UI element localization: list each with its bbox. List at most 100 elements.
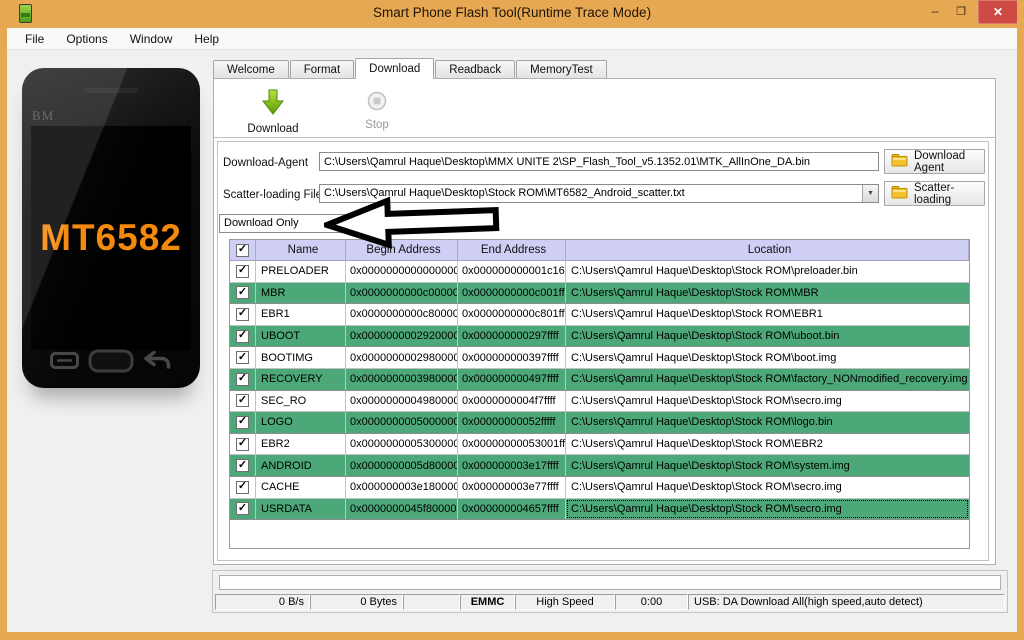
- status-blank: [403, 594, 460, 610]
- cell-partition-name: MBR: [256, 283, 346, 304]
- cell-location[interactable]: C:\Users\Qamrul Haque\Desktop\Stock ROM\…: [566, 391, 969, 412]
- tab-welcome[interactable]: Welcome: [213, 60, 289, 78]
- table-row[interactable]: ✓EBR10x0000000000c800000x0000000000c801f…: [230, 304, 969, 326]
- scatter-file-label: Scatter-loading File: [223, 189, 322, 201]
- row-checkbox[interactable]: ✓: [230, 499, 256, 520]
- download-agent-button[interactable]: Download Agent: [884, 149, 985, 174]
- tab-memorytest[interactable]: MemoryTest: [516, 60, 607, 78]
- row-checkbox[interactable]: ✓: [230, 434, 256, 455]
- cell-partition-name: RECOVERY: [256, 369, 346, 390]
- cell-location[interactable]: C:\Users\Qamrul Haque\Desktop\Stock ROM\…: [566, 434, 969, 455]
- table-row[interactable]: ✓USRDATA0x0000000045f800000x000000004657…: [230, 499, 969, 521]
- table-row[interactable]: ✓RECOVERY0x00000000039800000x00000000049…: [230, 369, 969, 391]
- tab-download[interactable]: Download: [355, 58, 434, 79]
- cell-location[interactable]: C:\Users\Qamrul Haque\Desktop\Stock ROM\…: [566, 455, 969, 476]
- maximize-button[interactable]: ❐: [948, 0, 974, 22]
- menu-help[interactable]: Help: [183, 30, 230, 48]
- back-icon: [142, 351, 172, 376]
- cell-location[interactable]: C:\Users\Qamrul Haque\Desktop\Stock ROM\…: [566, 326, 969, 347]
- cell-location[interactable]: C:\Users\Qamrul Haque\Desktop\Stock ROM\…: [566, 304, 969, 325]
- scatter-loading-button-label: Scatter-loading: [914, 182, 978, 206]
- row-checkbox[interactable]: ✓: [230, 477, 256, 498]
- device-preview-panel: BM MT6582: [7, 50, 212, 631]
- table-row[interactable]: ✓SEC_RO0x00000000049800000x0000000004f7f…: [230, 391, 969, 413]
- cell-partition-name: CACHE: [256, 477, 346, 498]
- phone-brand-label: BM: [32, 108, 54, 124]
- tab-format[interactable]: Format: [290, 60, 354, 78]
- cell-location[interactable]: C:\Users\Qamrul Haque\Desktop\Stock ROM\…: [566, 261, 969, 282]
- main-panel: Welcome Format Download Readback MemoryT…: [212, 50, 1017, 631]
- table-row[interactable]: ✓LOGO0x00000000050000000x00000000052ffff…: [230, 412, 969, 434]
- menu-icon: [50, 352, 79, 374]
- cell-end-address: 0x0000000004f7ffff: [458, 391, 566, 412]
- annotation-left-arrow-icon: [323, 193, 501, 251]
- cell-begin-address: 0x0000000004980000: [346, 391, 458, 412]
- cell-location[interactable]: C:\Users\Qamrul Haque\Desktop\Stock ROM\…: [566, 477, 969, 498]
- row-checkbox[interactable]: ✓: [230, 283, 256, 304]
- row-checkbox[interactable]: ✓: [230, 455, 256, 476]
- table-row[interactable]: ✓ANDROID0x0000000005d800000x000000003e17…: [230, 455, 969, 477]
- folder-icon: [891, 185, 908, 202]
- cell-location[interactable]: C:\Users\Qamrul Haque\Desktop\Stock ROM\…: [566, 412, 969, 433]
- cell-begin-address: 0x0000000000c00000: [346, 283, 458, 304]
- cell-end-address: 0x00000000052fffff: [458, 412, 566, 433]
- cell-end-address: 0x0000000000c801ff: [458, 304, 566, 325]
- scatter-loading-button[interactable]: Scatter-loading: [884, 181, 985, 206]
- select-all-checkbox[interactable]: ✓: [230, 240, 256, 260]
- status-group: 0 B/s 0 Bytes EMMC High Speed 0:00 USB: …: [212, 570, 1008, 613]
- chevron-down-icon[interactable]: ▼: [862, 185, 878, 202]
- cell-location[interactable]: C:\Users\Qamrul Haque\Desktop\Stock ROM\…: [566, 499, 969, 520]
- content: BM MT6582: [7, 50, 1017, 631]
- menu-window[interactable]: Window: [119, 30, 184, 48]
- phone-speaker: [84, 88, 138, 93]
- stop-button-label: Stop: [365, 119, 389, 131]
- row-checkbox[interactable]: ✓: [230, 412, 256, 433]
- phone-image: BM MT6582: [22, 68, 200, 388]
- window-controls: – ❐ ✕: [922, 0, 1024, 24]
- cell-location[interactable]: C:\Users\Qamrul Haque\Desktop\Stock ROM\…: [566, 283, 969, 304]
- menu-file[interactable]: File: [14, 30, 55, 48]
- menu-options[interactable]: Options: [55, 30, 118, 48]
- cell-partition-name: LOGO: [256, 412, 346, 433]
- cell-begin-address: 0x0000000002980000: [346, 347, 458, 368]
- cell-partition-name: BOOTIMG: [256, 347, 346, 368]
- stop-button[interactable]: Stop: [334, 91, 420, 131]
- titlebar: Smart Phone Flash Tool(Runtime Trace Mod…: [0, 0, 1024, 28]
- progress-bar: [219, 575, 1001, 590]
- row-checkbox[interactable]: ✓: [230, 391, 256, 412]
- row-checkbox[interactable]: ✓: [230, 261, 256, 282]
- minimize-button[interactable]: –: [922, 0, 948, 22]
- cell-begin-address: 0x0000000003980000: [346, 369, 458, 390]
- header-location[interactable]: Location: [566, 240, 969, 260]
- download-agent-input[interactable]: [319, 152, 879, 171]
- cell-begin-address: 0x0000000000c80000: [346, 304, 458, 325]
- cell-partition-name: ANDROID: [256, 455, 346, 476]
- tab-readback[interactable]: Readback: [435, 60, 515, 78]
- status-usb-info: USB: DA Download All(high speed,auto det…: [688, 594, 1005, 610]
- row-checkbox[interactable]: ✓: [230, 347, 256, 368]
- home-icon: [88, 349, 134, 378]
- cell-location[interactable]: C:\Users\Qamrul Haque\Desktop\Stock ROM\…: [566, 347, 969, 368]
- download-tab-page: Download Stop: [213, 78, 996, 565]
- download-agent-button-label: Download Agent: [914, 150, 978, 174]
- status-elapsed-time: 0:00: [615, 594, 688, 610]
- app-window: Smart Phone Flash Tool(Runtime Trace Mod…: [0, 0, 1024, 640]
- row-checkbox[interactable]: ✓: [230, 304, 256, 325]
- download-button[interactable]: Download: [230, 89, 316, 135]
- cell-partition-name: USRDATA: [256, 499, 346, 520]
- table-row[interactable]: ✓BOOTIMG0x00000000029800000x000000000397…: [230, 347, 969, 369]
- table-row[interactable]: ✓UBOOT0x00000000029200000x000000000297ff…: [230, 326, 969, 348]
- status-usb-speed: High Speed: [515, 594, 615, 610]
- table-row[interactable]: ✓PRELOADER0x00000000000000000x0000000000…: [230, 261, 969, 283]
- table-row[interactable]: ✓MBR0x0000000000c000000x0000000000c001ff…: [230, 283, 969, 305]
- table-row[interactable]: ✓EBR20x00000000053000000x00000000053001f…: [230, 434, 969, 456]
- download-button-label: Download: [247, 123, 298, 135]
- cell-location[interactable]: C:\Users\Qamrul Haque\Desktop\Stock ROM\…: [566, 369, 969, 390]
- row-checkbox[interactable]: ✓: [230, 369, 256, 390]
- cell-end-address: 0x000000000297ffff: [458, 326, 566, 347]
- table-row[interactable]: ✓CACHE0x000000003e1800000x000000003e77ff…: [230, 477, 969, 499]
- toolbar: Download Stop: [214, 79, 995, 138]
- row-checkbox[interactable]: ✓: [230, 326, 256, 347]
- status-speed: 0 B/s: [215, 594, 310, 610]
- close-button[interactable]: ✕: [978, 0, 1018, 24]
